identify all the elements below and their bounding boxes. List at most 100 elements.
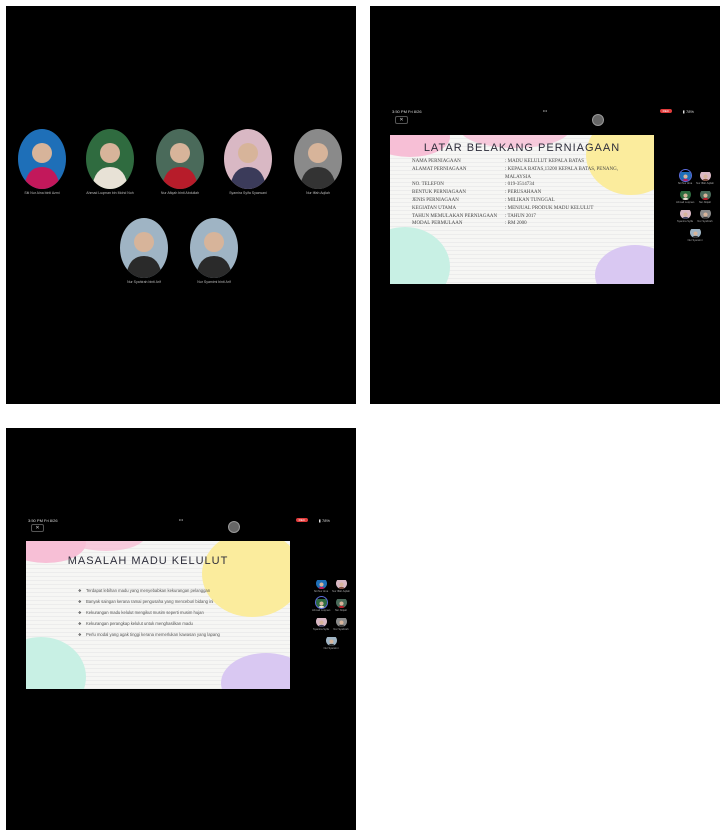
thumbnail-name: Syamira Syifa (313, 628, 329, 631)
participant-thumbnail[interactable]: Nur Afiqah (696, 189, 714, 204)
diamond-bullet-icon: ❖ (78, 599, 82, 604)
status-bar: 3:50 PM Fri 8/26 ••• REC ▮ 78% (6, 515, 356, 525)
info-label: MODAL PERMULAAN (412, 221, 463, 227)
info-row: ALAMAT PERNIAGAAN : KEPALA BATAS,13200 KE… (412, 166, 635, 174)
thumbnail-name: Nur Iffah Aqilah (696, 182, 714, 185)
camera-shutter-icon[interactable] (592, 114, 604, 126)
person-hijab-icon (18, 129, 66, 189)
participant-name: Nur Syahirah binti Arif (127, 280, 161, 284)
status-bar: 3:50 PM Fri 8/26 ••• REC ▮ 78% (370, 106, 720, 116)
person-outdoor-icon (86, 129, 134, 189)
participant-thumbnail[interactable]: Nur Iffah Aqilah (332, 578, 350, 593)
battery-indicator: ▮ 78% (318, 518, 330, 523)
avatar (699, 208, 711, 219)
info-row: BENTUK PERNIAGAAN : PERUSAHAAN (412, 189, 635, 197)
close-button[interactable]: ✕ (31, 524, 44, 532)
avatar (335, 578, 347, 589)
person-selfie-icon (224, 129, 272, 189)
avatar (678, 169, 692, 182)
recording-badge: REC (295, 518, 308, 522)
thumbnail-name: Siti Nur Aina (677, 182, 693, 185)
camera-shutter-icon[interactable] (228, 521, 240, 533)
participant-thumbnail[interactable]: Ahmad Luqman (676, 189, 694, 204)
info-row: NO. TELEFON: 019-3514734 (412, 181, 635, 189)
participant-tile[interactable]: Nur Syahirah binti Arif (114, 218, 174, 284)
participant-thumbnail[interactable]: Syamira Syifa (312, 616, 330, 631)
bullet-item: ❖ Kekurangan perangkap kelulut untuk meng… (78, 621, 236, 626)
participant-thumbnail[interactable]: Syamira Syifa (676, 208, 694, 223)
person-selfie-icon (190, 218, 238, 278)
participant-thumbnail[interactable]: Siti Nur Aina (676, 169, 694, 185)
thumbnail-name: Nur Syamimi (323, 647, 339, 650)
gallery-view-panel: Siti Nur Aina binti Azmi Ahmad Luqman bin… (6, 6, 356, 404)
participant-thumbnail[interactable]: Nur Afiqah (332, 597, 350, 612)
info-row: MODAL PERMULAAN: RM 2000 (412, 220, 635, 228)
info-value: : KEPALA BATAS,13200 KEPALA BATAS, PENAN… (505, 166, 619, 172)
more-dots-icon[interactable]: ••• (179, 517, 183, 522)
avatar (335, 597, 347, 608)
presentation-view-panel-1: 3:50 PM Fri 8/26 ••• REC ▮ 78% ✕ LATAR B… (370, 6, 720, 404)
participant-name: Nur Iffah Aqilah (306, 191, 330, 195)
participant-name: Syamira Syifa Syazwani (229, 191, 267, 195)
participant-tile[interactable]: Siti Nur Aina binti Azmi (12, 129, 72, 195)
info-label: ALAMAT PERNIAGAAN (412, 166, 467, 172)
bullet-item: ❖ Kekurangan madu kelulut mengikut musim … (78, 610, 236, 615)
participant-thumbnail[interactable]: Nur Syahirah (696, 208, 714, 223)
person-selfie-icon (120, 218, 168, 278)
thumbnail-name: Ahmad Luqman (312, 609, 331, 612)
participant-tile[interactable]: Nur Afiqah binti Abdullah (150, 129, 210, 195)
avatar (679, 208, 691, 219)
participant-tile[interactable]: Ahmad Luqman bin Mohd Noh (80, 129, 140, 195)
thumbnail-name: Nur Syamimi (687, 239, 703, 242)
info-value: : MENJUAL PRODUK MADU KELULUT (505, 205, 594, 211)
info-row: KEGIATAN UTAMA : MENJUAL PRODUK MADU KELU… (412, 205, 635, 213)
participant-name: Nur Syamimi binti Arif (197, 280, 231, 284)
info-row: MALAYSIA (412, 174, 635, 182)
participant-thumbnail[interactable]: Siti Nur Aina (312, 578, 330, 593)
avatar (699, 170, 711, 181)
info-label: NO. TELEFON (412, 182, 444, 188)
person-mono-icon (294, 129, 342, 189)
slide: LATAR BELAKANG PERNIAGAAN NAMA PERNIAGAA… (390, 135, 654, 284)
thumbnail-name: Nur Afiqah (698, 201, 712, 204)
participant-tile[interactable]: Nur Syamimi binti Arif (184, 218, 244, 284)
status-time: 3:50 PM Fri 8/26 (392, 109, 422, 114)
participant-tile[interactable]: Syamira Syifa Syazwani (218, 129, 278, 195)
info-label: BENTUK PERNIAGAAN (412, 190, 467, 196)
participant-name: Ahmad Luqman bin Mohd Noh (86, 191, 134, 195)
info-label: KEGIATAN UTAMA (412, 205, 457, 211)
info-value: MALAYSIA (505, 174, 531, 180)
info-label: JENIS PERNIAGAAN (412, 197, 459, 203)
close-button[interactable]: ✕ (395, 116, 408, 124)
battery-indicator: ▮ 78% (682, 109, 694, 114)
participant-thumbnail[interactable]: Nur Syamimi (686, 227, 704, 242)
avatar (325, 635, 337, 646)
participant-tile[interactable]: Nur Iffah Aqilah (288, 129, 348, 195)
bullet-text: Banyak saingan kerana ramai pengusaha ya… (86, 599, 214, 604)
bullet-text: Perlu modal yang agak tinggi kerana meme… (86, 632, 220, 637)
avatar (679, 189, 691, 200)
info-value: : TAHUN 2017 (505, 213, 536, 219)
recording-badge: REC (659, 109, 672, 113)
info-value: : PERUSAHAAN (505, 190, 542, 196)
thumbnail-name: Siti Nur Aina (313, 590, 329, 593)
avatar (699, 189, 711, 200)
diamond-bullet-icon: ❖ (78, 588, 82, 593)
info-value: : MADU KELULUT KEPALA BATAS (505, 159, 585, 164)
participant-thumbnail[interactable]: Nur Iffah Aqilah (696, 170, 714, 185)
info-row: JENIS PERNIAGAAN: MILIKAN TUNGGAL (412, 197, 635, 205)
info-label (412, 174, 505, 182)
participant-thumbnail[interactable]: Nur Syahirah (332, 616, 350, 631)
slide: MASALAH MADU KELULUT ❖ Terdapat lebihan m… (26, 541, 290, 689)
participant-thumbnail[interactable]: Nur Syamimi (322, 635, 340, 650)
diamond-bullet-icon: ❖ (78, 632, 82, 637)
info-label: NAMA PERNIAGAAN (412, 159, 461, 164)
thumbnail-name: Nur Syahirah (697, 220, 713, 223)
participant-name: Nur Afiqah binti Abdullah (160, 191, 200, 195)
thumbnail-name: Nur Syahirah (333, 628, 349, 631)
participant-thumbnail[interactable]: Ahmad Luqman (312, 596, 331, 612)
bullet-item: ❖ Perlu modal yang agak tinggi kerana mem… (78, 632, 236, 637)
more-dots-icon[interactable]: ••• (543, 108, 547, 113)
avatar (315, 616, 327, 627)
info-label: TAHUN MEMULAKAN PERNIAGAAN (412, 213, 498, 219)
